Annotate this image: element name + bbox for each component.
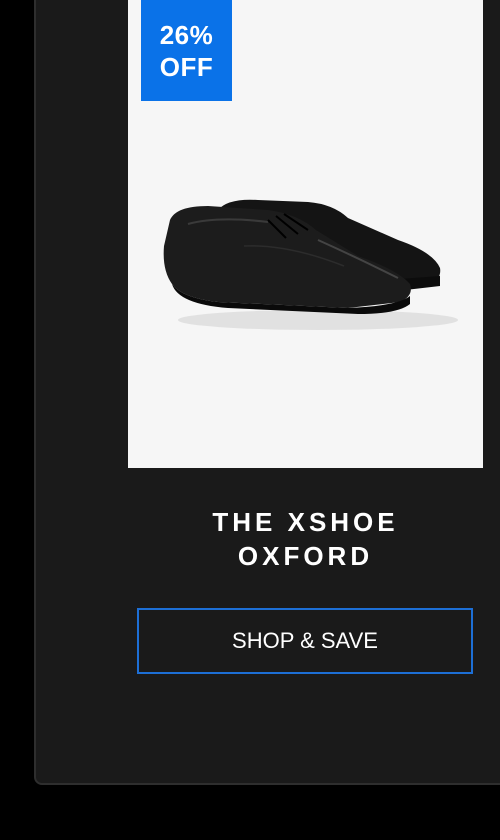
- product-title-line1: THE XSHOE: [212, 507, 399, 537]
- oxford-shoe-image: [163, 199, 458, 330]
- product-title: THE XSHOE OXFORD: [128, 505, 483, 573]
- shop-and-save-button[interactable]: SHOP & SAVE: [137, 608, 473, 674]
- discount-off-label: OFF: [159, 51, 214, 82]
- discount-badge: 26% OFF: [141, 0, 232, 101]
- product-title-line2: OXFORD: [237, 541, 374, 571]
- discount-percent: 26%: [159, 19, 214, 50]
